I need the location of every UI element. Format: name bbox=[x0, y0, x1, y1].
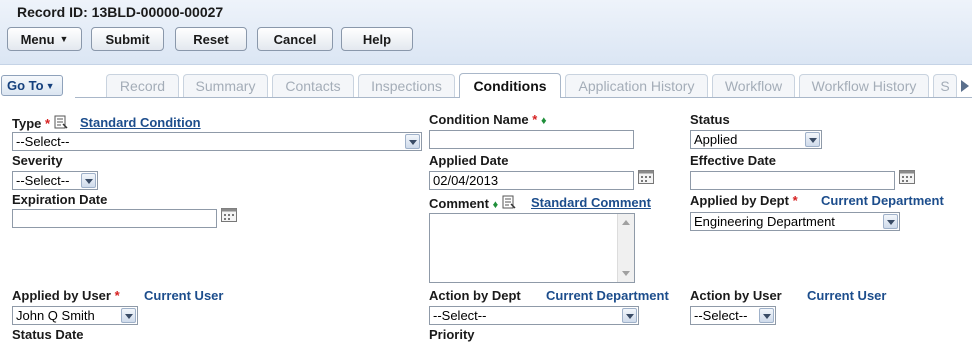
diamond-icon: ♦ bbox=[492, 199, 499, 211]
required-asterisk: * bbox=[114, 288, 120, 303]
applied-by-current-user-link[interactable]: Current User bbox=[144, 288, 223, 303]
tab-inspections[interactable]: Inspections bbox=[358, 74, 455, 97]
submit-button[interactable]: Submit bbox=[91, 27, 164, 51]
chevron-down-icon bbox=[81, 173, 96, 188]
tab-conditions[interactable]: Conditions bbox=[459, 73, 561, 98]
type-label-text: Type bbox=[12, 116, 42, 131]
severity-label: Severity bbox=[12, 153, 63, 168]
priority-label: Priority bbox=[429, 327, 475, 342]
type-select[interactable]: --Select-- bbox=[12, 132, 422, 151]
applied-date-input[interactable]: 02/04/2013 bbox=[429, 171, 634, 190]
applied-by-dept-select[interactable]: Engineering Department bbox=[690, 212, 900, 231]
calendar-icon[interactable] bbox=[899, 170, 915, 184]
menu-dropdown-icon: ▼ bbox=[59, 34, 69, 44]
standard-condition-doc-icon[interactable] bbox=[54, 115, 68, 129]
applied-by-user-select[interactable]: John Q Smith bbox=[12, 306, 138, 325]
comment-scrollbar[interactable] bbox=[617, 214, 634, 282]
tab-application-history[interactable]: Application History bbox=[565, 74, 708, 97]
action-by-dept-select[interactable]: --Select-- bbox=[429, 306, 639, 325]
diamond-icon: ♦ bbox=[540, 115, 547, 127]
comment-label-text: Comment bbox=[429, 196, 489, 211]
applied-by-current-department-link[interactable]: Current Department bbox=[821, 193, 944, 208]
chevron-down-icon bbox=[622, 308, 637, 323]
severity-select-value: --Select-- bbox=[16, 173, 70, 188]
effective-date-input[interactable] bbox=[690, 171, 895, 190]
applied-by-user-label-text: Applied by User bbox=[12, 288, 111, 303]
applied-by-dept-label: Applied by Dept * bbox=[690, 193, 798, 208]
chevron-down-icon bbox=[883, 214, 898, 229]
expiration-date-input[interactable] bbox=[12, 209, 217, 228]
condition-name-input[interactable] bbox=[429, 130, 634, 149]
action-by-user-select[interactable]: --Select-- bbox=[690, 306, 776, 325]
status-select[interactable]: Applied bbox=[690, 130, 822, 149]
action-by-current-user-link[interactable]: Current User bbox=[807, 288, 886, 303]
comment-label: Comment ♦ bbox=[429, 195, 516, 211]
goto-caret-icon: ▼ bbox=[45, 80, 55, 91]
condition-name-label-text: Condition Name bbox=[429, 112, 529, 127]
goto-dropdown[interactable]: Go To ▼ bbox=[1, 75, 63, 96]
severity-select[interactable]: --Select-- bbox=[12, 171, 98, 190]
applied-by-user-label: Applied by User * bbox=[12, 288, 120, 303]
scroll-up-icon bbox=[622, 220, 630, 225]
menu-button[interactable]: Menu ▼ bbox=[7, 27, 82, 51]
action-by-user-label: Action by User bbox=[690, 288, 782, 303]
goto-label: Go To bbox=[7, 78, 44, 93]
action-by-dept-value: --Select-- bbox=[433, 308, 487, 323]
expiration-date-label: Expiration Date bbox=[12, 192, 108, 207]
standard-comment-link[interactable]: Standard Comment bbox=[531, 195, 651, 210]
status-date-label: Status Date bbox=[12, 327, 84, 342]
action-by-user-value: --Select-- bbox=[694, 308, 748, 323]
chevron-down-icon bbox=[805, 132, 820, 147]
cancel-button[interactable]: Cancel bbox=[257, 27, 333, 51]
chevron-down-icon bbox=[759, 308, 774, 323]
tab-workflow-history[interactable]: Workflow History bbox=[799, 74, 929, 97]
record-id-title: Record ID: 13BLD-00000-00027 bbox=[17, 4, 224, 20]
applied-by-dept-value: Engineering Department bbox=[694, 214, 835, 229]
required-asterisk: * bbox=[45, 116, 51, 131]
reset-button[interactable]: Reset bbox=[175, 27, 247, 51]
status-label: Status bbox=[690, 112, 730, 127]
menu-button-label: Menu bbox=[20, 31, 55, 47]
help-button[interactable]: Help bbox=[341, 27, 413, 51]
status-value: Applied bbox=[694, 132, 738, 147]
action-by-dept-label: Action by Dept bbox=[429, 288, 521, 303]
calendar-icon[interactable] bbox=[221, 208, 237, 222]
required-asterisk: * bbox=[792, 193, 798, 208]
type-label: Type * bbox=[12, 115, 68, 131]
tab-scroll-right-icon[interactable] bbox=[961, 80, 969, 92]
standard-condition-link[interactable]: Standard Condition bbox=[80, 115, 201, 130]
tab-truncated[interactable]: S bbox=[933, 74, 957, 97]
tab-contacts[interactable]: Contacts bbox=[272, 74, 354, 97]
applied-by-dept-label-text: Applied by Dept bbox=[690, 193, 789, 208]
scroll-down-icon bbox=[622, 271, 630, 276]
chevron-down-icon bbox=[405, 134, 420, 149]
standard-comment-doc-icon[interactable] bbox=[502, 195, 516, 209]
applied-date-label: Applied Date bbox=[429, 153, 509, 168]
type-select-value: --Select-- bbox=[16, 134, 70, 149]
effective-date-label: Effective Date bbox=[690, 153, 776, 168]
tab-summary[interactable]: Summary bbox=[183, 74, 268, 97]
action-by-current-department-link[interactable]: Current Department bbox=[546, 288, 669, 303]
comment-textarea[interactable] bbox=[429, 213, 635, 283]
record-header: Record ID: 13BLD-00000-00027 Menu ▼ Submi… bbox=[0, 0, 972, 65]
calendar-icon[interactable] bbox=[638, 170, 654, 184]
tab-workflow[interactable]: Workflow bbox=[712, 74, 795, 97]
tab-record[interactable]: Record bbox=[106, 74, 179, 97]
condition-name-label: Condition Name * ♦ bbox=[429, 112, 547, 127]
required-asterisk: * bbox=[532, 112, 538, 127]
applied-by-user-value: John Q Smith bbox=[16, 308, 95, 323]
chevron-down-icon bbox=[121, 308, 136, 323]
